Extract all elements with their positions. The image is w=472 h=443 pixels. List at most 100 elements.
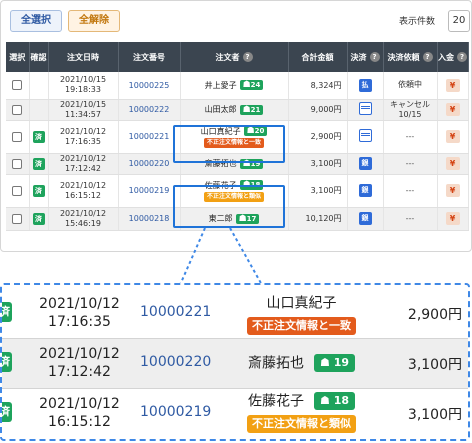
- age-badge: ☗21: [239, 104, 264, 115]
- select-all-button[interactable]: 全選択: [10, 10, 62, 32]
- customer-name: 佐藤花子: [247, 393, 304, 410]
- help-icon[interactable]: ?: [369, 52, 380, 62]
- yen-icon[interactable]: ¥: [445, 212, 460, 225]
- row-checkbox[interactable]: [12, 158, 23, 169]
- yen-icon[interactable]: ¥: [445, 130, 460, 143]
- confirm-cell: [29, 99, 49, 121]
- zoom-row: 済 2021/10/12 16:15:12 10000219 佐藤花子 ☗ 18 不…: [2, 389, 468, 438]
- col-order-no[interactable]: 注文番号: [118, 42, 181, 72]
- order-datetime: 2021/10/15 11:34:57: [48, 99, 119, 121]
- order-datetime: 2021/10/12 17:12:42: [39, 346, 120, 380]
- settle-request-status: ---: [383, 207, 438, 231]
- confirmed-badge: 済: [32, 212, 45, 225]
- age-badge: ☗ 19: [313, 353, 355, 372]
- col-total[interactable]: 合計金額: [288, 42, 348, 72]
- clear-all-button[interactable]: 全解除: [68, 10, 120, 32]
- order-list-window: 全選択 全解除 表示件数 20 選択 確認 注文日時 注文番号 注文者? 合計金…: [0, 0, 472, 252]
- highlight-box-fraud-similar: [173, 185, 285, 228]
- display-count-select[interactable]: 20: [448, 10, 470, 32]
- col-name[interactable]: 注文者?: [180, 42, 289, 72]
- settle-request-status: キャンセル 10/15: [383, 99, 438, 121]
- table-row[interactable]: 2021/10/15 11:34:57 10000222 山田太郎 ☗21 9,00…: [6, 99, 469, 121]
- yen-icon[interactable]: ¥: [445, 157, 460, 170]
- confirmed-badge: 済: [2, 302, 12, 322]
- customer-cell: 佐藤花子 ☗ 18 不正注文情報と類似: [224, 390, 379, 433]
- row-checkbox[interactable]: [12, 213, 23, 224]
- barcode-payment-icon: 払: [358, 78, 372, 92]
- order-number-link[interactable]: 10000225: [129, 81, 170, 90]
- col-order-datetime[interactable]: 注文日時: [48, 42, 119, 72]
- col-deposit[interactable]: 入金?: [437, 42, 469, 72]
- confirmed-badge: 済: [2, 352, 12, 372]
- order-number-link[interactable]: 10000221: [129, 132, 170, 141]
- settle-request-status: 依頼中: [383, 72, 438, 100]
- order-number-link[interactable]: 10000221: [140, 304, 211, 320]
- highlight-box-fraud-match: [173, 125, 285, 163]
- card-payment-icon: [358, 129, 372, 142]
- col-settle-request[interactable]: 決済依頼?: [383, 42, 438, 72]
- person-icon: ☗: [242, 104, 251, 115]
- fraud-similar-badge: 不正注文情報と類似: [247, 414, 356, 433]
- customer-cell: 山口真紀子 不正注文情報と一致: [224, 292, 379, 335]
- help-icon[interactable]: ?: [242, 52, 253, 62]
- settle-request-status: ---: [383, 174, 438, 208]
- row-checkbox[interactable]: [12, 80, 23, 91]
- settle-request-status: ---: [383, 120, 438, 154]
- confirmed-badge: 済: [32, 157, 45, 170]
- col-confirm: 確認: [29, 42, 49, 72]
- total-amount: 3,100円: [288, 153, 348, 175]
- row-checkbox[interactable]: [12, 185, 23, 196]
- order-datetime: 2021/10/12 16:15:12: [39, 396, 120, 430]
- customer-name: 山口真紀子: [266, 295, 337, 312]
- row-checkbox[interactable]: [12, 131, 23, 142]
- help-icon[interactable]: ?: [422, 52, 433, 62]
- total-amount: 8,324円: [288, 72, 348, 100]
- confirmed-badge: 済: [32, 184, 45, 197]
- confirmed-badge: 済: [32, 130, 45, 143]
- table-row[interactable]: 2021/10/15 19:18:33 10000225 井上愛子 ☗24 8,32…: [6, 72, 469, 100]
- bank-payment-icon: 銀: [358, 157, 372, 170]
- row-checkbox[interactable]: [12, 104, 23, 115]
- order-datetime: 2021/10/12 17:16:35: [39, 296, 120, 330]
- order-number-link[interactable]: 10000222: [129, 105, 170, 114]
- total-amount: 3,100円: [407, 407, 462, 423]
- total-amount: 10,120円: [288, 207, 348, 231]
- yen-icon[interactable]: ¥: [445, 103, 460, 116]
- help-icon[interactable]: ?: [457, 52, 467, 62]
- col-payment[interactable]: 決済?: [347, 42, 384, 72]
- order-number-link[interactable]: 10000220: [129, 159, 170, 168]
- fraud-match-badge: 不正注文情報と一致: [247, 316, 356, 335]
- total-amount: 3,100円: [288, 174, 348, 208]
- order-number-link[interactable]: 10000220: [140, 354, 211, 370]
- yen-icon[interactable]: ¥: [445, 78, 460, 92]
- order-datetime: 2021/10/12 16:15:12: [48, 174, 119, 208]
- order-datetime: 2021/10/12 17:16:35: [48, 120, 119, 154]
- order-datetime: 2021/10/12 15:46:19: [48, 207, 119, 231]
- order-number-link[interactable]: 10000219: [140, 404, 211, 420]
- confirmed-badge: 済: [2, 402, 12, 422]
- total-amount: 9,000円: [288, 99, 348, 121]
- card-payment-icon: [358, 102, 372, 115]
- customer-name: 山田太郎: [204, 105, 237, 114]
- zoom-row: 済 2021/10/12 17:12:42 10000220 斎藤拓也 ☗ 19 3…: [2, 339, 468, 388]
- yen-icon[interactable]: ¥: [445, 184, 460, 197]
- zoom-panel: 済 2021/10/12 17:16:35 10000221 山口真紀子 不正注文…: [0, 283, 470, 441]
- age-badge: ☗ 18: [313, 391, 355, 410]
- order-number-link[interactable]: 10000219: [129, 186, 170, 195]
- table-header: 選択 確認 注文日時 注文番号 注文者? 合計金額 決済? 決済依頼? 入金?: [6, 42, 469, 72]
- order-number-link[interactable]: 10000218: [129, 214, 170, 223]
- order-datetime: 2021/10/12 17:12:42: [48, 153, 119, 175]
- col-select: 選択: [6, 42, 30, 72]
- settle-request-status: ---: [383, 153, 438, 175]
- person-icon: ☗: [319, 355, 334, 369]
- person-icon: ☗: [242, 80, 251, 91]
- confirm-cell: [29, 72, 49, 100]
- bank-payment-icon: 銀: [358, 212, 372, 225]
- zoom-row: 済 2021/10/12 17:16:35 10000221 山口真紀子 不正注文…: [2, 289, 468, 338]
- display-count-label: 表示件数: [399, 17, 436, 27]
- customer-cell: 斎藤拓也 ☗ 19: [224, 352, 379, 373]
- person-icon: ☗: [319, 393, 334, 407]
- total-amount: 2,900円: [407, 307, 462, 323]
- total-amount: 2,900円: [288, 120, 348, 154]
- toolbar: 全選択 全解除 表示件数 20: [1, 1, 471, 39]
